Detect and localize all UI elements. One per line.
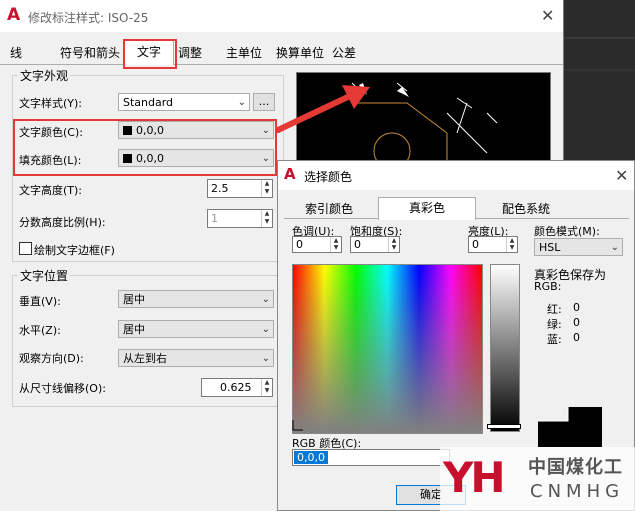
draw-frame-checkbox[interactable] bbox=[19, 242, 32, 255]
horizontal-label: 水平(Z): bbox=[19, 324, 61, 337]
blue-value: 0 bbox=[573, 331, 580, 344]
crosshair-icon[interactable] bbox=[291, 418, 305, 432]
tab-true-color[interactable]: 真彩色 bbox=[378, 197, 476, 220]
chevron-down-icon: ⌄ bbox=[237, 97, 246, 108]
watermark-chinese: 中国煤化工 bbox=[528, 457, 623, 478]
vertical-label: 垂直(V): bbox=[19, 295, 61, 308]
close-icon[interactable]: ✕ bbox=[615, 166, 628, 185]
watermark: YH 中国煤化工 CNMHG bbox=[440, 447, 635, 511]
hue-input[interactable]: 0 ▲ ▼ bbox=[292, 236, 342, 253]
chevron-down-icon: ⌄ bbox=[261, 324, 270, 335]
color-highlight-box bbox=[13, 119, 277, 176]
color-preview-swatch bbox=[538, 407, 602, 447]
view-direction-label: 观察方向(D): bbox=[19, 352, 84, 365]
offset-value: 0.625 bbox=[220, 381, 252, 394]
red-value: 0 bbox=[573, 301, 580, 314]
tab-index-color[interactable]: 索引颜色 bbox=[296, 200, 362, 218]
tab-alternate-units[interactable]: 换算单位 bbox=[272, 43, 328, 63]
text-appearance-title: 文字外观 bbox=[18, 67, 71, 84]
fraction-scale-label: 分数高度比例(H): bbox=[19, 216, 106, 229]
luminance-value: 0 bbox=[472, 238, 479, 251]
color-dialog-title-bar[interactable]: A 选择颜色 ✕ bbox=[277, 160, 635, 190]
offset-input[interactable]: 0.625 ▲ ▼ bbox=[201, 378, 273, 397]
spinner-arrows-icon[interactable]: ▲ ▼ bbox=[388, 237, 399, 252]
view-direction-value: 从左到右 bbox=[123, 352, 167, 365]
color-model-label: 颜色模式(M): bbox=[534, 225, 600, 238]
saturation-input[interactable]: 0 ▲ ▼ bbox=[350, 236, 400, 253]
tab-symbols-arrows[interactable]: 符号和箭头 bbox=[56, 43, 124, 63]
fraction-scale-value: 1 bbox=[211, 212, 218, 225]
vertical-value: 居中 bbox=[123, 293, 145, 306]
close-icon[interactable]: ✕ bbox=[541, 6, 554, 25]
chevron-down-icon: ⌄ bbox=[610, 242, 619, 253]
spinner-arrows-icon[interactable]: ▲ ▼ bbox=[330, 237, 341, 252]
color-dialog-title: 选择颜色 bbox=[304, 170, 353, 184]
tab-primary-units[interactable]: 主单位 bbox=[222, 43, 266, 63]
luminance-input[interactable]: 0 ▲ ▼ bbox=[468, 236, 518, 253]
watermark-latin: CNMHG bbox=[530, 481, 625, 502]
view-direction-select[interactable]: 从左到右 ⌄ bbox=[118, 349, 274, 367]
offset-label: 从尺寸线偏移(O): bbox=[19, 382, 106, 395]
text-style-select[interactable]: Standard ⌄ bbox=[118, 93, 250, 111]
tab-lines[interactable]: 线 bbox=[6, 43, 26, 63]
fraction-scale-input[interactable]: 1 ▲ ▼ bbox=[207, 209, 273, 228]
blue-label: 蓝: bbox=[547, 333, 562, 346]
text-height-value: 2.5 bbox=[211, 182, 229, 195]
dialog-title-bar[interactable]: A 修改标注样式: ISO-25 ✕ bbox=[0, 0, 563, 32]
color-model-value: HSL bbox=[539, 241, 561, 254]
annotation-arrow-icon bbox=[275, 85, 370, 133]
tab-color-books[interactable]: 配色系统 bbox=[488, 200, 564, 218]
draw-frame-label: 绘制文字边框(F) bbox=[34, 244, 115, 257]
red-label: 红: bbox=[547, 303, 562, 316]
hue-value: 0 bbox=[296, 238, 303, 251]
dialog-title: 修改标注样式: ISO-25 bbox=[28, 11, 149, 25]
luminance-slider-thumb[interactable] bbox=[487, 424, 521, 429]
watermark-logo: YH bbox=[443, 453, 506, 502]
green-label: 绿: bbox=[547, 318, 562, 331]
autocad-logo-icon: A bbox=[284, 165, 296, 183]
horizontal-select[interactable]: 居中 ⌄ bbox=[118, 320, 274, 338]
text-style-label: 文字样式(Y): bbox=[19, 97, 83, 110]
vertical-select[interactable]: 居中 ⌄ bbox=[118, 290, 274, 308]
text-height-label: 文字高度(T): bbox=[19, 184, 83, 197]
text-style-value: Standard bbox=[123, 96, 174, 109]
text-height-input[interactable]: 2.5 ▲ ▼ bbox=[207, 179, 273, 198]
hue-saturation-spectrum[interactable] bbox=[292, 264, 483, 434]
spinner-arrows-icon[interactable]: ▲ ▼ bbox=[261, 210, 272, 227]
tab-fit[interactable]: 调整 bbox=[174, 43, 206, 63]
spinner-arrows-icon[interactable]: ▲ ▼ bbox=[506, 237, 517, 252]
color-model-select[interactable]: HSL ⌄ bbox=[534, 238, 623, 256]
spinner-arrows-icon[interactable]: ▲ ▼ bbox=[261, 180, 272, 197]
tab-highlight-box bbox=[123, 39, 177, 69]
green-value: 0 bbox=[573, 316, 580, 329]
rgb-color-value: 0,0,0 bbox=[294, 451, 328, 464]
spinner-arrows-icon[interactable]: ▲ ▼ bbox=[261, 379, 272, 396]
text-placement-title: 文字位置 bbox=[18, 267, 71, 284]
luminance-slider[interactable] bbox=[490, 264, 520, 432]
autocad-logo-icon: A bbox=[7, 5, 21, 25]
saturation-value: 0 bbox=[354, 238, 361, 251]
chevron-down-icon: ⌄ bbox=[261, 353, 270, 364]
chevron-down-icon: ⌄ bbox=[261, 294, 270, 305]
tab-tolerances[interactable]: 公差 bbox=[330, 43, 358, 63]
rgb-label: RGB: bbox=[534, 280, 562, 293]
horizontal-value: 居中 bbox=[123, 323, 145, 336]
